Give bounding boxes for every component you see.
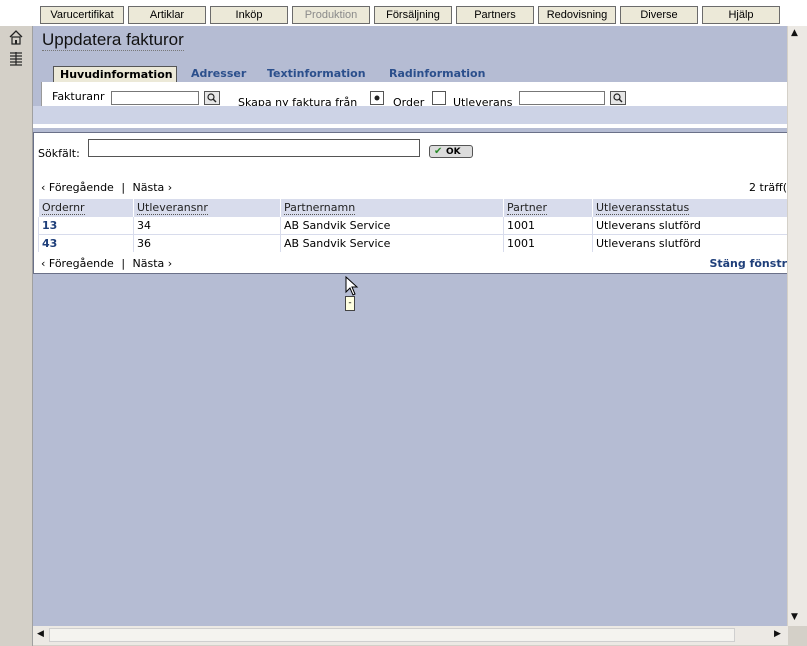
next-link[interactable]: Nästa › [133,257,173,270]
check-icon: ✔ [434,146,443,157]
cell-ordernr[interactable]: 13 [38,216,134,235]
pager-top: ‹ Föregående | Nästa › [41,181,176,194]
menu-forsaljning[interactable]: Försäljning [374,6,452,24]
form-divider [33,124,787,128]
magnifier-icon [207,93,217,103]
search-popup: Sökfält: ✔ OK ‹ Föregående | Nästa › 2 t… [33,132,787,274]
cell-utleveransnr: 34 [133,216,281,235]
horizontal-scrollbar[interactable]: ◀ ▶ [33,626,788,645]
order-radio[interactable] [370,91,384,105]
cell-partnernamn: AB Sandvik Service [280,216,504,235]
next-link[interactable]: Nästa › [133,181,173,194]
search-input[interactable] [88,139,420,157]
top-menu-bar: Varucertifikat Artiklar Inköp Produktion… [0,0,807,26]
menu-hjalp[interactable]: Hjälp [702,6,780,24]
tab-huvudinformation[interactable]: Huvudinformation [53,66,177,83]
menu-diverse[interactable]: Diverse [620,6,698,24]
ok-button[interactable]: ✔ OK [429,145,473,158]
table-row[interactable]: 13 34 AB Sandvik Service 1001 Utleverans… [38,216,787,235]
fakturanr-search-button[interactable] [204,91,220,105]
vertical-scroll-thumb[interactable] [789,44,806,624]
table-row[interactable]: 43 36 AB Sandvik Service 1001 Utleverans… [38,234,787,252]
cell-status: Utleverans slutförd [592,216,787,235]
tab-textinformation[interactable]: Textinformation [261,66,372,82]
menu-artiklar[interactable]: Artiklar [128,6,206,24]
tab-radinformation[interactable]: Radinformation [383,66,491,82]
menu-redovisning[interactable]: Redovisning [538,6,616,24]
utleverans-search-button[interactable] [610,91,626,105]
menu-partners[interactable]: Partners [456,6,534,24]
mouse-cursor-icon [345,276,359,296]
vertical-scrollbar[interactable]: ▲ ▼ [788,26,807,626]
cursor-tooltip: - [345,296,355,311]
scroll-up-icon[interactable]: ▲ [791,28,798,38]
results-table: Ordernr Utleveransnr Partnernamn Partner… [38,199,787,252]
cell-partnernamn: AB Sandvik Service [280,234,504,252]
scroll-down-icon[interactable]: ▼ [791,612,798,622]
page-title: Uppdatera fakturor [42,30,184,51]
col-utleveransstatus[interactable]: Utleveransstatus [592,199,787,217]
scroll-corner [788,626,807,646]
cell-partner: 1001 [503,216,593,235]
utleverans-radio[interactable] [432,91,446,105]
main-content: Uppdatera fakturor Huvudinformation Adre… [33,26,787,626]
prev-link[interactable]: ‹ Föregående [41,181,114,194]
cell-status: Utleverans slutförd [592,234,787,252]
pager-separator: | [121,181,126,194]
home-icon[interactable] [8,29,24,45]
ok-label: OK [446,147,461,157]
prev-link[interactable]: ‹ Föregående [41,257,114,270]
fakturanr-input[interactable] [111,91,199,105]
col-ordernr[interactable]: Ordernr [38,199,134,217]
menu-varucertifikat[interactable]: Varucertifikat [40,6,124,24]
table-header-row: Ordernr Utleveransnr Partnernamn Partner… [38,199,787,217]
order-label: Order [393,96,425,106]
radio-selected-dot [374,95,380,101]
cell-partner: 1001 [503,234,593,252]
utleverans-input[interactable] [519,91,605,105]
fakturanr-label: Fakturanr [52,90,105,103]
search-label: Sökfält: [38,147,80,160]
top-menu: Varucertifikat Artiklar Inköp Produktion… [40,6,780,24]
scroll-right-icon[interactable]: ▶ [774,629,781,639]
col-utleveransnr[interactable]: Utleveransnr [133,199,281,217]
utleverans-label: Utleverans [453,96,513,106]
tab-adresser[interactable]: Adresser [185,66,252,82]
horizontal-scroll-thumb[interactable] [49,628,735,642]
menu-produktion[interactable]: Produktion [292,6,370,24]
pager-bottom: ‹ Föregående | Nästa › [41,257,176,270]
hit-count: 2 träff( [749,181,787,194]
form-panel: Fakturanr Skapa ny faktura från Order Ut… [41,82,787,106]
list-icon[interactable] [8,50,24,66]
col-partnernamn[interactable]: Partnernamn [280,199,504,217]
col-partner[interactable]: Partner [503,199,593,217]
pager-separator: | [121,257,126,270]
skapa-label: Skapa ny faktura från [238,96,358,106]
form-band [33,106,787,124]
cell-utleveransnr: 36 [133,234,281,252]
scroll-left-icon[interactable]: ◀ [37,629,44,639]
left-toolbar [0,26,33,646]
cell-ordernr[interactable]: 43 [38,234,134,252]
menu-inkop[interactable]: Inköp [210,6,288,24]
magnifier-icon [613,93,623,103]
close-window-link[interactable]: Stäng fönstr [709,257,787,270]
